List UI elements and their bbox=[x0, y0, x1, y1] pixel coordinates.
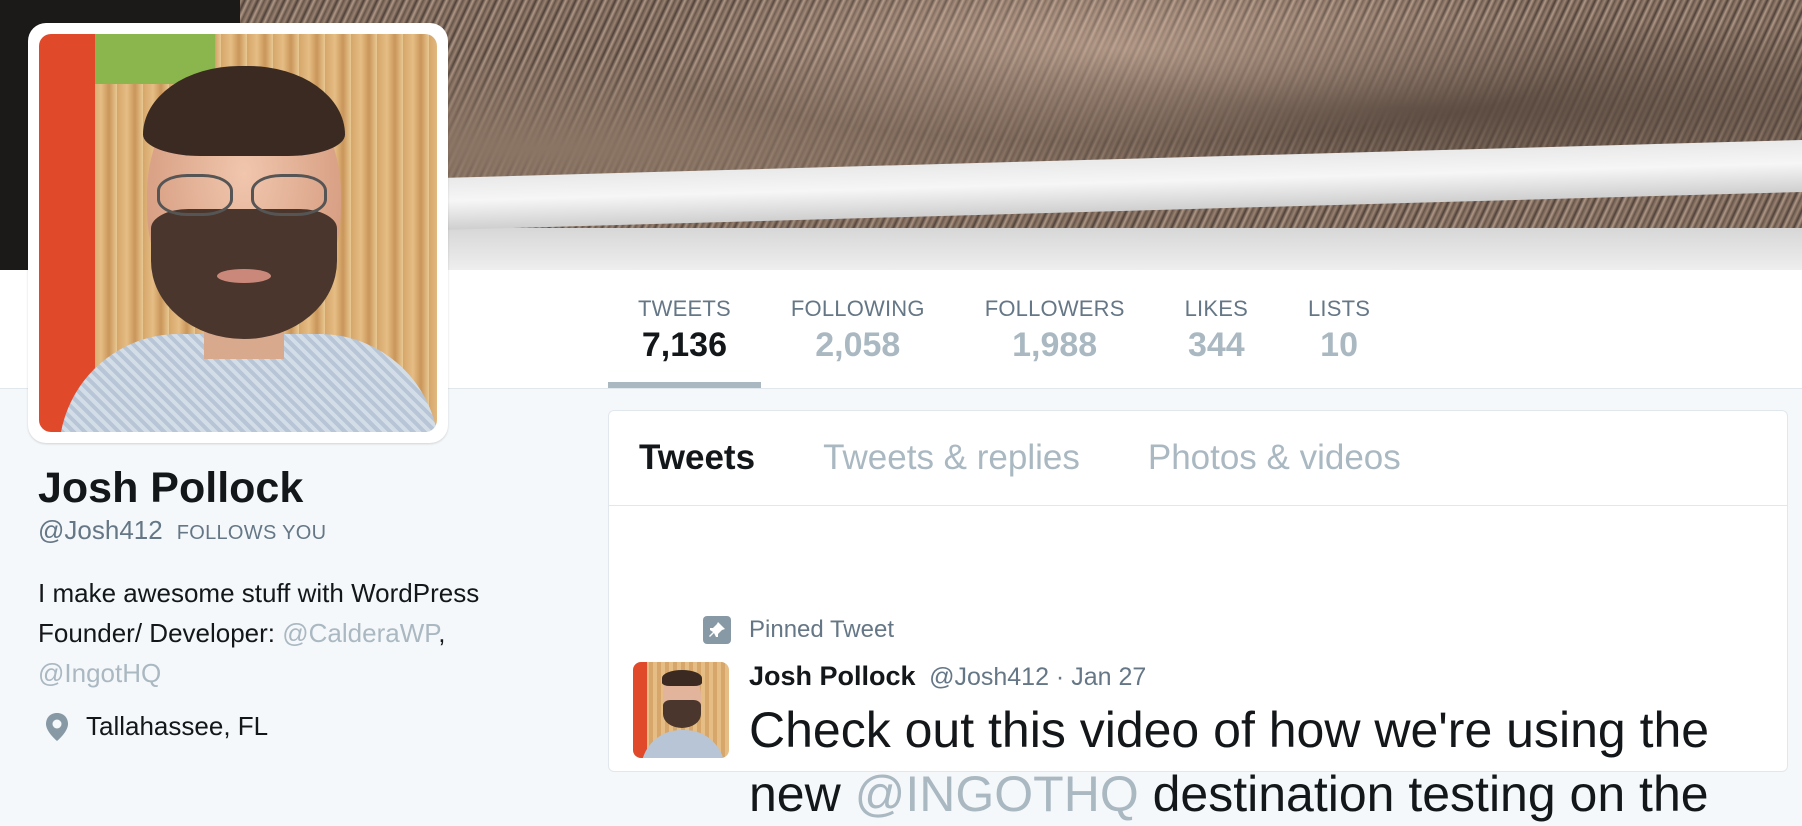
pin-icon bbox=[703, 616, 731, 644]
tweet-text-part-2: destination testing on the bbox=[1138, 766, 1709, 822]
stat-tweets-value: 7,136 bbox=[641, 326, 727, 364]
stat-likes-label: LIKES bbox=[1184, 296, 1248, 321]
stat-following-value: 2,058 bbox=[815, 326, 901, 364]
location-text: Tallahassee, FL bbox=[86, 711, 269, 741]
stat-following[interactable]: FOLLOWING 2,058 bbox=[761, 270, 955, 388]
bio-line-1: I make awesome stuff with WordPress bbox=[38, 578, 480, 608]
stat-tweets[interactable]: TWEETS 7,136 bbox=[608, 270, 761, 388]
profile-avatar[interactable] bbox=[39, 34, 437, 432]
bio-mention-ingothq[interactable]: @IngotHQ bbox=[38, 653, 578, 693]
tweet-meta[interactable]: @Josh412 · Jan 27 bbox=[929, 663, 1146, 691]
profile-card: Josh Pollock @Josh412 FOLLOWS YOU I make… bbox=[38, 462, 578, 742]
location-pin-icon bbox=[46, 712, 68, 741]
stat-lists-value: 10 bbox=[1320, 326, 1358, 364]
tab-tweets[interactable]: Tweets bbox=[639, 438, 755, 478]
profile-name[interactable]: Josh Pollock bbox=[38, 462, 578, 514]
pinned-label: Pinned Tweet bbox=[749, 616, 894, 643]
stat-followers-label: FOLLOWERS bbox=[984, 296, 1125, 321]
tweet-avatar-shirt bbox=[641, 730, 725, 758]
banner-shelf-shadow bbox=[440, 228, 1802, 270]
tweet-text: Check out this video of how we're using … bbox=[749, 698, 1769, 826]
tweet-avatar-beard bbox=[663, 700, 701, 728]
banner-shelf bbox=[440, 138, 1802, 230]
tweet-author-name[interactable]: Josh Pollock bbox=[749, 661, 916, 691]
stat-tweets-label: TWEETS bbox=[638, 296, 731, 321]
bio-line-2: Founder/ Developer: @CalderaWP, bbox=[38, 613, 578, 653]
bio-mention-calderawp[interactable]: @CalderaWP bbox=[282, 618, 438, 648]
bio-separator: , bbox=[438, 618, 446, 648]
profile-avatar-frame bbox=[28, 23, 448, 443]
stat-lists[interactable]: LISTS 10 bbox=[1278, 270, 1400, 388]
stat-likes-value: 344 bbox=[1187, 326, 1245, 364]
stat-likes[interactable]: LIKES 344 bbox=[1155, 270, 1278, 388]
profile-location: Tallahassee, FL bbox=[38, 711, 578, 742]
avatar-glasses-left bbox=[157, 174, 233, 216]
profile-stats: TWEETS 7,136 FOLLOWING 2,058 FOLLOWERS 1… bbox=[608, 270, 1400, 388]
stat-followers[interactable]: FOLLOWERS 1,988 bbox=[955, 270, 1155, 388]
stat-lists-label: LISTS bbox=[1308, 296, 1371, 321]
follows-you-badge: FOLLOWS YOU bbox=[176, 522, 327, 544]
tab-photos-and-videos[interactable]: Photos & videos bbox=[1148, 438, 1401, 478]
profile-handle[interactable]: @Josh412 bbox=[38, 514, 163, 546]
avatar-glasses-right bbox=[251, 174, 327, 216]
tweet-header: Josh Pollock @Josh412 · Jan 27 bbox=[749, 658, 1146, 695]
stat-following-label: FOLLOWING bbox=[790, 296, 925, 321]
tab-tweets-and-replies[interactable]: Tweets & replies bbox=[823, 438, 1080, 478]
tweet-author-avatar[interactable] bbox=[633, 662, 729, 758]
pinned-indicator: Pinned Tweet bbox=[703, 616, 894, 644]
bio-line-2-prefix: Founder/ Developer: bbox=[38, 618, 283, 648]
stat-followers-value: 1,988 bbox=[1012, 326, 1098, 364]
tweet-mention-ingothq[interactable]: @INGOTHQ bbox=[855, 766, 1139, 822]
avatar-mouth bbox=[217, 269, 271, 283]
tweet-avatar-hair bbox=[662, 670, 702, 686]
profile-bio: I make awesome stuff with WordPress Foun… bbox=[38, 573, 578, 693]
handle-row: @Josh412 FOLLOWS YOU bbox=[38, 514, 578, 549]
timeline-tabs: Tweets Tweets & replies Photos & videos bbox=[609, 411, 1787, 506]
timeline-panel: Tweets Tweets & replies Photos & videos … bbox=[608, 410, 1788, 822]
